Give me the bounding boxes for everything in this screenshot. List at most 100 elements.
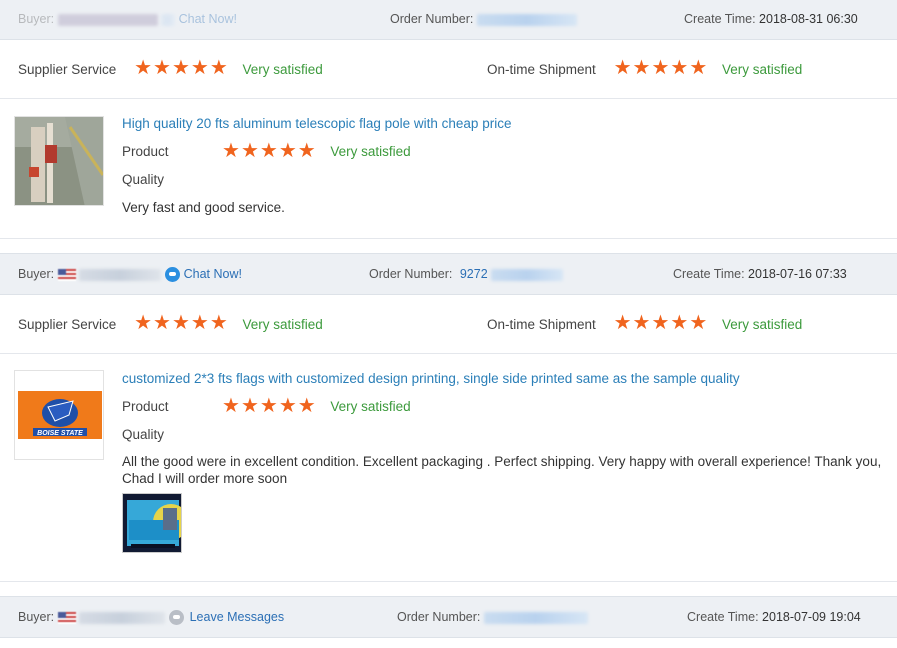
chat-now-link[interactable]: Chat Now!: [184, 267, 242, 281]
product-stars: ★★★★★: [222, 141, 317, 161]
star-icon: ★: [259, 140, 278, 162]
boise-state-flag-image: BOISE STATE: [15, 371, 103, 459]
product-stars: ★★★★★: [222, 396, 317, 416]
ontime-shipment-label: On-time Shipment: [487, 62, 596, 78]
ontime-shipment-rating: On-time Shipment ★★★★★ Very satisfied: [487, 296, 802, 354]
review-photo[interactable]: [122, 493, 182, 553]
chat-now-link[interactable]: Chat Now!: [179, 12, 237, 26]
star-icon: ★: [689, 312, 708, 335]
star-icon: ★: [153, 312, 171, 335]
review-text: Very fast and good service.: [122, 200, 285, 215]
product-thumbnail[interactable]: [14, 116, 104, 206]
ontime-shipment-text: Very satisfied: [722, 62, 803, 78]
order-number-field: Order Number: 9272: [369, 254, 564, 294]
order-header: Buyer: Leave Messages Order Number: Crea…: [0, 596, 897, 638]
message-icon[interactable]: [168, 610, 184, 626]
star-icon: ★: [222, 140, 240, 162]
buyer-field: Buyer: Chat Now!: [18, 254, 242, 294]
create-time-field: Create Time: 2018-08-31 06:30: [684, 0, 858, 39]
product-rating-text: Very satisfied: [330, 398, 411, 414]
star-icon: ★: [153, 57, 171, 80]
star-icon: ★: [670, 57, 689, 80]
order-number-label: Order Number:: [390, 12, 474, 26]
order-number-label: Order Number:: [369, 267, 453, 281]
service-rating-row: Supplier Service ★★★★★ Very satisfied On…: [0, 41, 897, 99]
star-icon: ★: [222, 395, 240, 417]
leave-messages-link[interactable]: Leave Messages: [190, 610, 285, 624]
ontime-shipment-label: On-time Shipment: [487, 317, 596, 333]
us-flag-icon: [57, 268, 76, 281]
order-number-redacted[interactable]: [491, 268, 564, 281]
order-header: Buyer: Chat Now! Order Number: 9272 Crea…: [0, 253, 897, 295]
ontime-shipment-stars: ★★★★★: [614, 41, 709, 99]
star-icon: ★: [278, 140, 297, 162]
product-rating: ★★★★★ Very satisfied: [222, 141, 411, 161]
buyer-name-redacted: [79, 611, 166, 624]
order-number-value[interactable]: 9272: [460, 267, 488, 281]
product-title-link[interactable]: customized 2*3 fts flags with customized…: [122, 371, 740, 386]
star-icon: ★: [259, 395, 278, 417]
create-time-label: Create Time:: [673, 267, 745, 281]
star-icon: ★: [134, 57, 152, 80]
buyer-name-redacted: [79, 268, 162, 281]
product-rating-text: Very satisfied: [330, 143, 411, 159]
buyer-label: Buyer:: [18, 12, 55, 26]
supplier-service-stars: ★★★★★: [134, 41, 229, 99]
create-time-label: Create Time:: [687, 610, 759, 624]
quality-label: Quality: [122, 427, 165, 442]
star-icon: ★: [632, 312, 651, 335]
buyer-label: Buyer:: [18, 267, 55, 281]
supplier-service-label: Supplier Service: [18, 62, 117, 78]
product-review: High quality 20 fts aluminum telescopic …: [0, 99, 897, 239]
star-icon: ★: [190, 57, 209, 80]
order-number-field: Order Number:: [397, 597, 588, 637]
star-icon: ★: [632, 57, 651, 80]
create-time-value: 2018-07-09 19:04: [762, 610, 861, 624]
product-thumbnail[interactable]: BOISE STATE: [14, 370, 104, 460]
product-rating: ★★★★★ Very satisfied: [222, 396, 411, 416]
chat-icon[interactable]: [164, 267, 180, 283]
ontime-shipment-rating: On-time Shipment ★★★★★ Very satisfied: [487, 41, 802, 99]
star-icon: ★: [134, 312, 152, 335]
order-number-redacted[interactable]: [476, 13, 577, 26]
ontime-shipment-text: Very satisfied: [722, 317, 803, 333]
product-title-link[interactable]: High quality 20 fts aluminum telescopic …: [122, 116, 511, 131]
star-icon: ★: [171, 57, 190, 80]
chat-icon[interactable]: [161, 13, 176, 26]
star-icon: ★: [613, 57, 632, 80]
service-rating-row: Supplier Service ★★★★★ Very satisfied On…: [0, 296, 897, 354]
review-text: All the good were in excellent condition…: [122, 454, 882, 486]
flag-text: BOISE STATE: [37, 430, 83, 437]
star-icon: ★: [209, 57, 228, 80]
create-time-field: Create Time: 2018-07-09 19:04: [687, 597, 861, 637]
create-time-value: 2018-07-16 07:33: [748, 267, 847, 281]
ontime-shipment-stars: ★★★★★: [614, 296, 709, 354]
order-header: Buyer: Chat Now! Order Number: Create Ti…: [0, 0, 897, 40]
product-label: Product: [122, 399, 169, 414]
buyer-label: Buyer:: [18, 610, 55, 624]
order-number-redacted[interactable]: [483, 611, 588, 624]
buyer-field: Buyer: Chat Now!: [18, 0, 237, 39]
us-flag-icon: [57, 611, 76, 624]
create-time-field: Create Time: 2018-07-16 07:33: [673, 254, 847, 294]
create-time-value: 2018-08-31 06:30: [759, 12, 858, 26]
order-number-label: Order Number:: [397, 610, 481, 624]
star-icon: ★: [171, 312, 190, 335]
order-number-field: Order Number:: [390, 0, 577, 39]
star-icon: ★: [613, 312, 632, 335]
product-review: BOISE STATE customized 2*3 fts flags wit…: [0, 354, 897, 582]
supplier-service-label: Supplier Service: [18, 317, 117, 333]
star-icon: ★: [651, 57, 670, 80]
product-label: Product: [122, 144, 169, 159]
star-icon: ★: [651, 312, 670, 335]
review-photo-image: [123, 494, 181, 552]
supplier-service-stars: ★★★★★: [134, 296, 229, 354]
supplier-service-rating: Supplier Service ★★★★★ Very satisfied: [18, 296, 323, 354]
star-icon: ★: [297, 395, 316, 417]
quality-label: Quality: [122, 172, 165, 187]
buyer-name-redacted: [57, 13, 158, 26]
star-icon: ★: [689, 57, 708, 80]
star-icon: ★: [240, 395, 259, 417]
star-icon: ★: [297, 140, 316, 162]
supplier-service-text: Very satisfied: [242, 317, 323, 333]
